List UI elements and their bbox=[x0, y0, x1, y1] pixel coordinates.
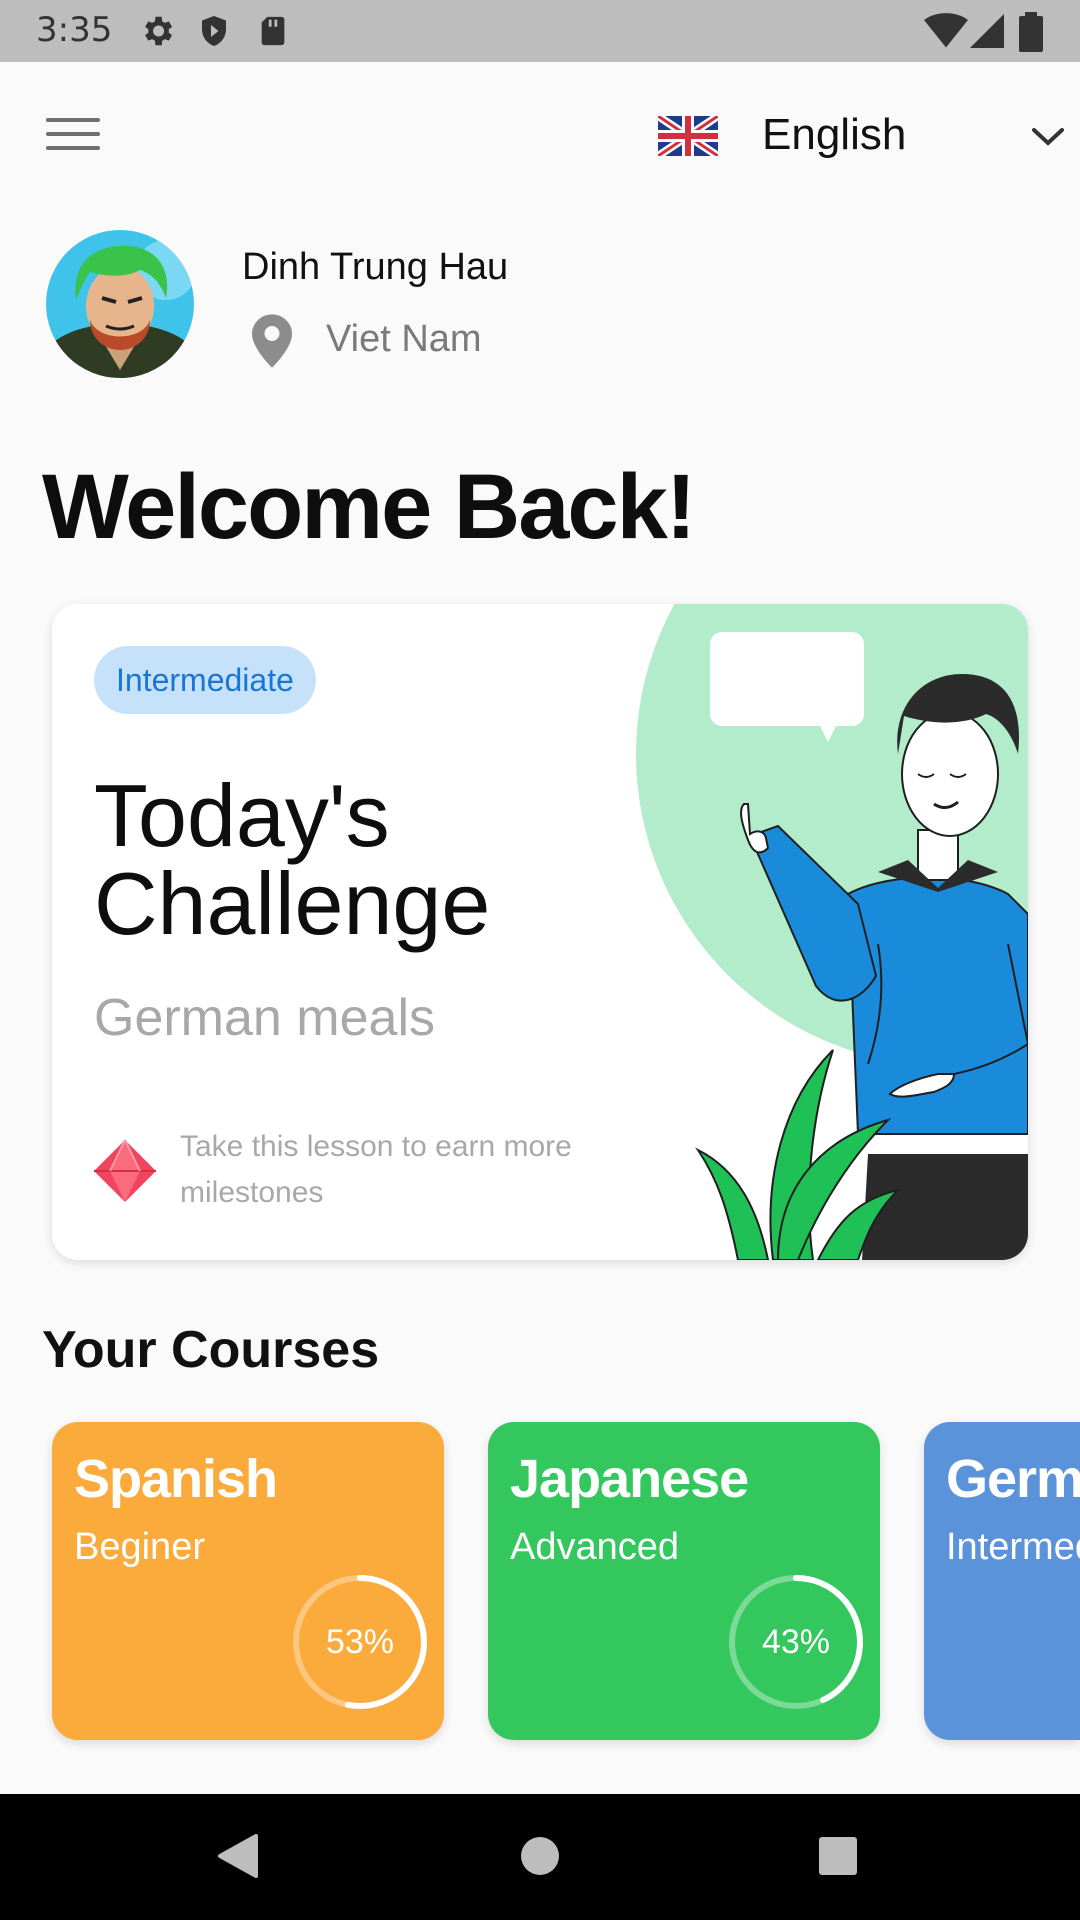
location-pin-icon bbox=[252, 314, 292, 368]
wifi-status-icon bbox=[924, 13, 968, 48]
course-name: Spanish bbox=[74, 1449, 278, 1509]
sd-card-status-icon bbox=[261, 16, 285, 46]
course-progress-percent: 53% bbox=[325, 1623, 395, 1661]
chevron-down-icon[interactable] bbox=[1030, 124, 1066, 148]
course-card-german[interactable]: German Intermediate bbox=[924, 1422, 1080, 1740]
course-level: Beginer bbox=[74, 1526, 205, 1568]
challenge-title-line-1: Today's bbox=[94, 766, 390, 865]
language-selector-label[interactable]: English bbox=[762, 110, 906, 160]
user-name: Dinh Trung Hau bbox=[242, 246, 509, 288]
settings-status-icon bbox=[145, 16, 173, 46]
home-icon[interactable] bbox=[518, 1832, 562, 1880]
gem-icon bbox=[94, 1139, 156, 1202]
recents-icon[interactable] bbox=[816, 1832, 860, 1880]
user-country: Viet Nam bbox=[326, 318, 482, 360]
level-badge: Intermediate bbox=[94, 646, 316, 714]
reward-description: Take this lesson to earn more milestones bbox=[180, 1130, 572, 1209]
course-card-spanish[interactable]: Spanish Beginer 53% bbox=[52, 1422, 444, 1740]
todays-challenge-card[interactable]: Intermediate Today's Challenge German me… bbox=[52, 604, 1028, 1260]
course-name: German bbox=[946, 1449, 1080, 1509]
battery-status-icon bbox=[1019, 12, 1043, 52]
courses-section-title: Your Courses bbox=[42, 1321, 380, 1379]
uk-flag-icon[interactable] bbox=[658, 116, 718, 156]
shield-status-icon bbox=[202, 16, 226, 46]
system-navigation-bar bbox=[0, 1794, 1080, 1920]
back-icon[interactable] bbox=[216, 1832, 260, 1880]
course-name: Japanese bbox=[510, 1449, 749, 1509]
welcome-heading: Welcome Back! bbox=[42, 456, 696, 558]
challenge-title: Today's Challenge bbox=[94, 772, 614, 948]
avatar[interactable] bbox=[46, 230, 194, 378]
course-level: Intermediate bbox=[946, 1526, 1080, 1568]
menu-button[interactable] bbox=[46, 118, 100, 158]
challenge-topic: German meals bbox=[94, 989, 435, 1047]
course-progress-percent: 43% bbox=[761, 1623, 831, 1661]
course-level: Advanced bbox=[510, 1526, 680, 1568]
course-card-japanese[interactable]: Japanese Advanced 43% bbox=[488, 1422, 880, 1740]
status-time: 3:35 bbox=[36, 10, 113, 50]
challenge-title-line-2: Challenge bbox=[94, 854, 491, 953]
signal-status-icon bbox=[970, 14, 1004, 48]
status-bar: 3:35 bbox=[0, 0, 1080, 62]
hamburger-menu-icon bbox=[46, 118, 100, 122]
